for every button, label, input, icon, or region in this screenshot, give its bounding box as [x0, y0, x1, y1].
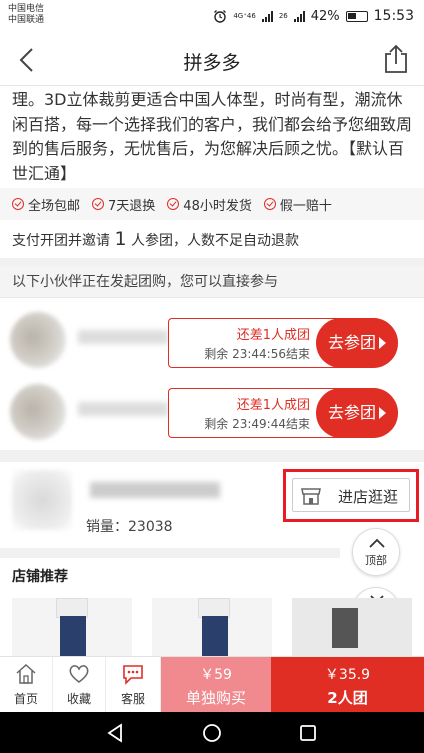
guarantee-label: 全场包邮 — [28, 198, 81, 214]
recommend-product-image[interactable] — [12, 598, 132, 656]
triangle-right-icon — [379, 337, 386, 349]
battery-icon — [345, 10, 368, 22]
home-circle-icon[interactable] — [201, 722, 223, 744]
jeans-graphic — [60, 616, 86, 656]
join-label: 去参团 — [328, 333, 377, 352]
guarantee-item: 假一赔十 — [263, 195, 332, 214]
invite-prefix: 支付开团并邀请 — [12, 233, 110, 249]
store-name-redacted — [90, 482, 220, 498]
pants-graphic — [332, 608, 358, 648]
guarantee-label: 假一赔十 — [279, 198, 332, 214]
back-to-top-label: 顶部 — [365, 554, 387, 567]
home-label: 首页 — [13, 692, 38, 706]
group-buy-button[interactable]: ￥35.9 2人团 — [271, 657, 424, 713]
join-group-button[interactable]: 去参团 — [316, 388, 398, 438]
group-need: 还差1人成团 — [236, 398, 310, 413]
check-circle-icon — [92, 198, 105, 210]
signal-1-icon — [261, 10, 273, 22]
share-icon[interactable] — [382, 44, 410, 74]
check-circle-icon — [12, 198, 24, 210]
group-row: 还差1人成团 剩余 23:44:56结束 去参团 — [0, 302, 424, 372]
store-recommend-title: 店铺推荐 — [12, 569, 68, 585]
recommend-product-image[interactable] — [152, 598, 272, 656]
invite-rule: 支付开团并邀请 1 人参团，人数不足自动退款 — [12, 225, 299, 255]
service-tab[interactable]: 客服 — [106, 657, 161, 713]
network-2g-label: 26 — [278, 11, 288, 20]
group-label: 2人团 — [327, 689, 368, 707]
guarantee-label: 7天退换 — [108, 198, 156, 214]
carrier-info: 中国电信 中国联通 — [8, 4, 44, 26]
guarantee-item: 全场包邮 — [12, 195, 80, 214]
solo-price: ￥59 — [200, 667, 232, 683]
heart-icon — [69, 665, 89, 683]
group-remaining: 剩余 23:49:44结束 — [204, 417, 310, 431]
solo-label: 单独购买 — [185, 689, 246, 707]
group-price: ￥35.9 — [324, 667, 371, 683]
section-divider — [0, 548, 340, 558]
chevron-up-icon — [369, 538, 385, 548]
check-circle-icon — [263, 198, 276, 210]
page-title: 拼多多 — [183, 52, 241, 74]
signal-2-icon — [293, 10, 305, 22]
guarantee-item: 7天退换 — [92, 195, 155, 214]
shirt-graphic — [56, 598, 88, 618]
guarantee-item: 48小时发货 — [167, 195, 252, 214]
check-circle-icon — [167, 198, 180, 210]
alarm-icon — [214, 10, 227, 23]
network-4g-label: 4G⁺46 — [233, 11, 256, 20]
group-join-card[interactable]: 还差1人成团 剩余 23:49:44结束 去参团 — [168, 388, 398, 438]
store-logo[interactable] — [12, 470, 72, 530]
carrier-1: 中国电信 — [8, 4, 45, 14]
enter-store-button[interactable]: 进店逛逛 — [292, 478, 410, 512]
join-group-button[interactable]: 去参团 — [316, 318, 398, 368]
store-icon — [301, 488, 321, 505]
enter-store-highlight: 进店逛逛 — [283, 469, 419, 522]
group-join-card[interactable]: 还差1人成团 剩余 23:44:56结束 去参团 — [168, 318, 398, 368]
group-row: 还差1人成团 剩余 23:49:44结束 去参团 — [0, 374, 424, 444]
service-guarantees: 全场包邮 7天退换 48小时发货 假一赔十 — [0, 188, 424, 220]
back-to-top-button[interactable]: 顶部 — [352, 528, 400, 576]
nav-bar: 拼多多 — [0, 34, 424, 86]
clock: 15:53 — [373, 8, 414, 24]
section-divider — [0, 450, 424, 462]
favorite-tab[interactable]: 收藏 — [53, 657, 106, 713]
battery-percent: 42% — [310, 8, 340, 24]
recent-apps-icon[interactable] — [297, 722, 319, 744]
guarantee-label: 48小时发货 — [183, 198, 252, 214]
section-divider — [0, 258, 424, 266]
status-icons: 4G⁺46 26 42% 15:53 — [213, 8, 414, 24]
service-label: 客服 — [120, 692, 145, 706]
group-remaining: 剩余 23:44:56结束 — [204, 347, 310, 361]
user-name-redacted — [78, 330, 168, 344]
bottom-action-bar: 首页 收藏 客服 ￥59 单独购买 ￥35.9 2人团 — [0, 656, 424, 713]
group-list-header: 以下小伙伴正在发起团购，您可以直接参与 — [0, 266, 424, 298]
join-label: 去参团 — [328, 403, 377, 422]
back-triangle-icon[interactable] — [104, 722, 126, 744]
home-icon — [16, 663, 36, 684]
carrier-2: 中国联通 — [8, 15, 45, 25]
store-sales: 销量：23038 — [86, 519, 173, 535]
user-name-redacted — [78, 402, 168, 416]
product-page: 中国电信 中国联通 4G⁺46 26 42% 15:53 拼多多 理。3D立体裁… — [0, 0, 424, 753]
home-tab[interactable]: 首页 — [0, 657, 53, 713]
favorite-label: 收藏 — [66, 692, 91, 706]
enter-store-label: 进店逛逛 — [338, 488, 399, 506]
system-nav-bar — [0, 712, 424, 753]
shirt-graphic — [198, 598, 230, 618]
buy-alone-button[interactable]: ￥59 单独购买 — [161, 657, 271, 713]
jeans-graphic — [202, 616, 228, 656]
avatar — [10, 384, 66, 440]
product-description: 理。3D立体裁剪更适合中国人体型，时尚有型，潮流休闲百搭，每一个选择我们的客户，… — [12, 90, 413, 183]
status-bar: 中国电信 中国联通 4G⁺46 26 42% 15:53 — [0, 0, 424, 34]
group-need: 还差1人成团 — [236, 328, 310, 343]
avatar — [10, 312, 66, 368]
recommend-product-image[interactable] — [292, 598, 412, 656]
chat-icon — [123, 665, 143, 685]
triangle-right-icon — [379, 407, 386, 419]
invite-suffix: 人参团，人数不足自动退款 — [131, 233, 299, 249]
invite-count: 1 — [114, 228, 127, 250]
